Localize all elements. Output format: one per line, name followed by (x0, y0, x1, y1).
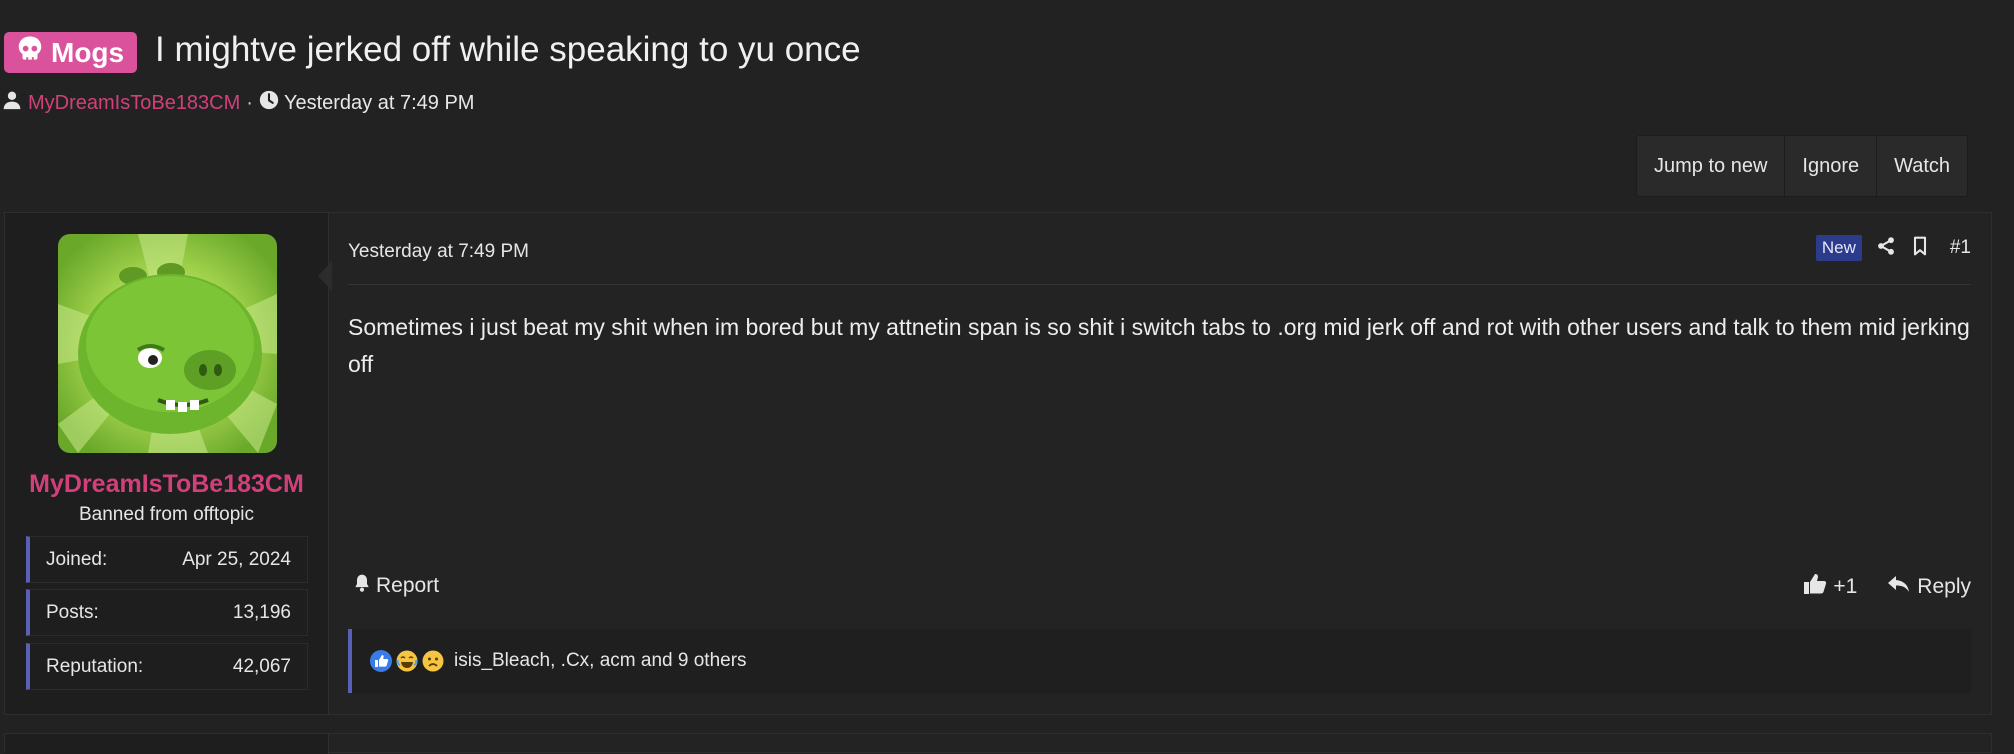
clock-icon (259, 90, 279, 116)
new-badge: New (1815, 235, 1862, 261)
post-user-column: MyDreamIsToBe183CM Banned from offtopic … (5, 213, 329, 714)
like-count: +1 (1833, 575, 1858, 598)
report-button[interactable]: Report (352, 573, 439, 599)
stat-label: Posts: (46, 601, 99, 623)
thread-title: I mightve jerked off while speaking to y… (155, 30, 861, 69)
reactions-bar[interactable]: isis_Bleach, .Cx, acm and 9 others (348, 629, 1971, 693)
reactions-text: isis_Bleach, .Cx, acm and 9 others (454, 650, 747, 671)
next-post-user-column (5, 734, 329, 754)
thread-author-link[interactable]: MyDreamIsToBe183CM (28, 92, 240, 115)
post-username[interactable]: MyDreamIsToBe183CM (5, 470, 328, 499)
thread-meta: MyDreamIsToBe183CM · Yesterday at 7:49 P… (2, 90, 474, 116)
sad-reaction-icon (422, 650, 444, 672)
watch-button[interactable]: Watch (1877, 136, 1967, 196)
post-top-actions: New #1 (1815, 235, 1971, 261)
jump-to-new-button[interactable]: Jump to new (1637, 136, 1786, 196)
thread-time-link[interactable]: Yesterday at 7:49 PM (284, 92, 475, 115)
user-title: Banned from offtopic (79, 504, 254, 525)
stat-label: Reputation: (46, 655, 144, 677)
stat-posts: Posts: 13,196 (26, 589, 308, 636)
like-reaction-icon (370, 650, 392, 672)
laugh-cry-reaction-icon (396, 650, 418, 672)
avatar[interactable] (58, 234, 277, 453)
post-bottom-actions: +1 Reply (1803, 573, 1971, 601)
stat-value[interactable]: 13,196 (233, 602, 291, 624)
user-icon (2, 90, 22, 116)
post-number-link[interactable]: #1 (1950, 237, 1971, 259)
stat-value: 42,067 (232, 655, 291, 677)
thumbs-up-icon (1803, 573, 1827, 601)
prefix-label: Mogs (51, 36, 125, 68)
meta-separator: · (246, 91, 253, 114)
like-button[interactable]: +1 (1803, 573, 1857, 601)
bookmark-icon[interactable] (1910, 236, 1930, 260)
reply-button[interactable]: Reply (1887, 573, 1971, 601)
reply-label: Reply (1917, 575, 1971, 598)
post-body: Sometimes i just beat my shit when im bo… (348, 314, 1970, 377)
reply-icon (1887, 573, 1911, 601)
ignore-button[interactable]: Ignore (1785, 136, 1878, 196)
thread-action-buttons: Jump to new Ignore Watch (1636, 135, 1969, 197)
report-label: Report (376, 574, 440, 597)
next-post-container (4, 733, 1992, 754)
bell-icon (352, 573, 372, 599)
thread-prefix-badge[interactable]: Mogs (4, 32, 138, 73)
stat-value: Apr 25, 2024 (182, 548, 291, 570)
thread-header: Mogs I mightve jerked off while speaking… (0, 0, 2014, 130)
post-date-link[interactable]: Yesterday at 7:49 PM (348, 241, 529, 263)
post-container: MyDreamIsToBe183CM Banned from offtopic … (4, 212, 1992, 715)
post-header-divider (348, 284, 1971, 285)
stat-reputation: Reputation: 42,067 (26, 643, 308, 690)
stat-label: Joined: (46, 548, 108, 570)
stat-joined: Joined: Apr 25, 2024 (26, 536, 308, 583)
share-icon[interactable] (1876, 236, 1896, 260)
skull-icon (15, 34, 45, 71)
post-content-column: Yesterday at 7:49 PM New #1 Sometimes i … (328, 213, 1991, 714)
